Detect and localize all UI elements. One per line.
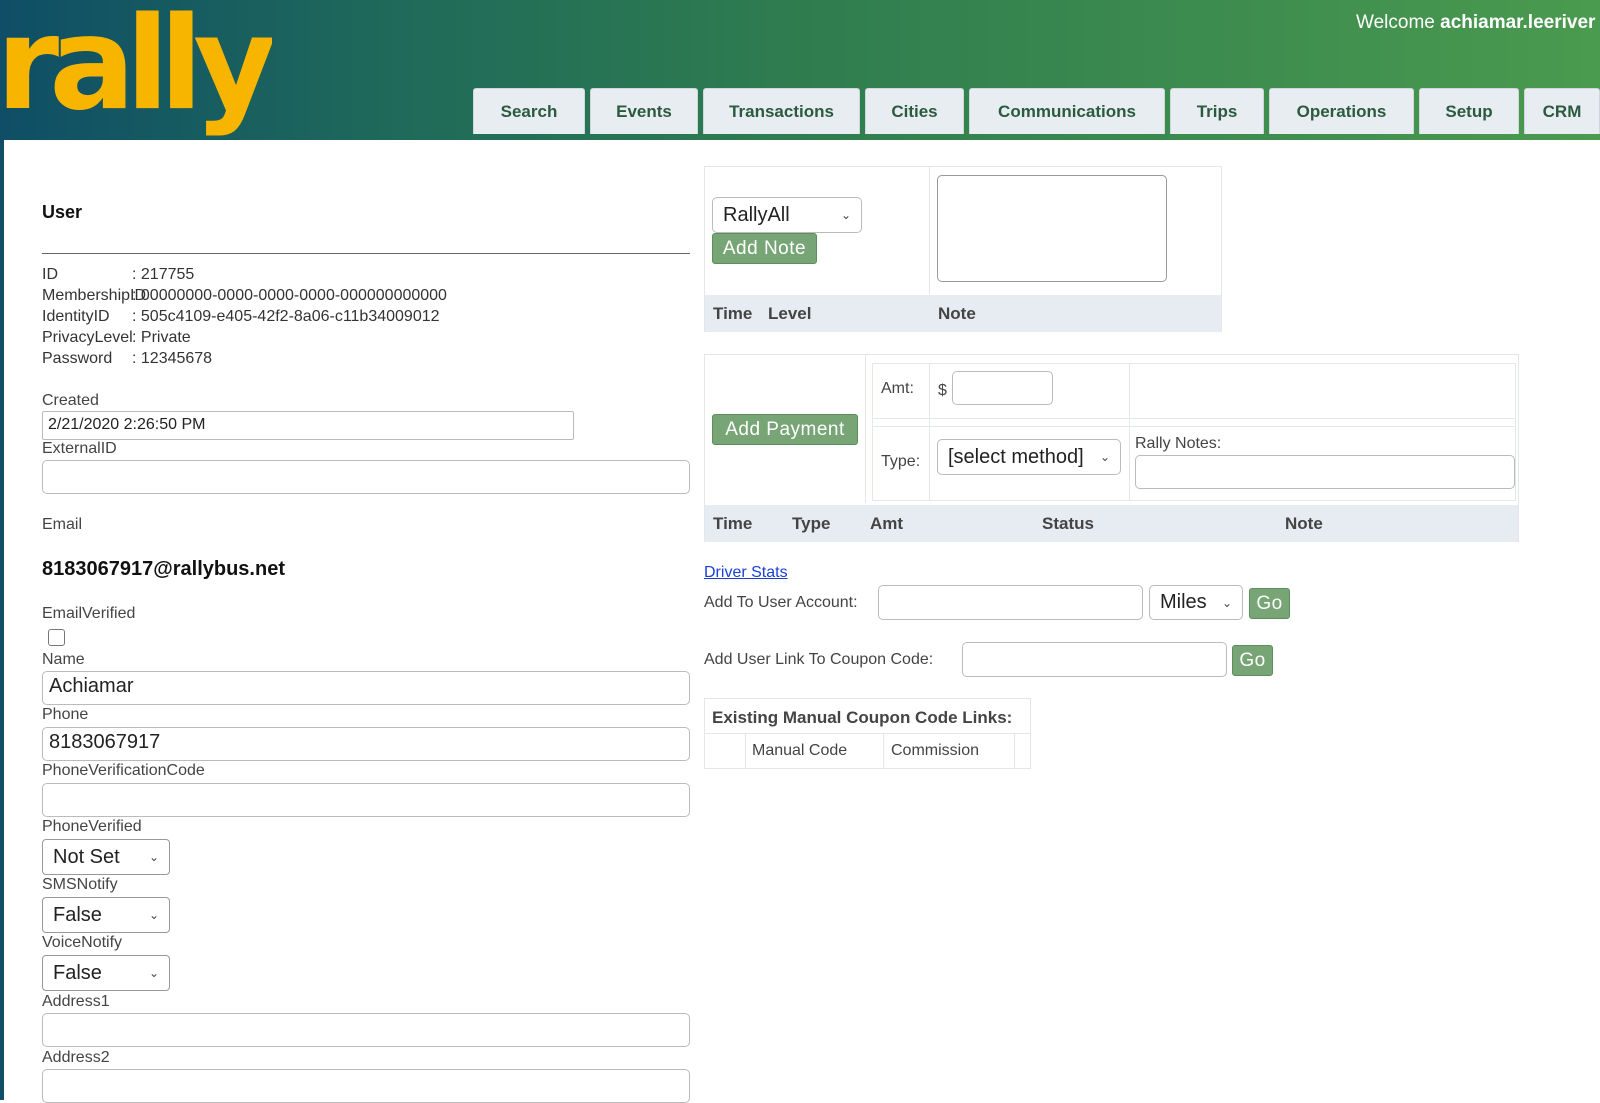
col-note: Note (1285, 514, 1323, 533)
driver-stats-link[interactable]: Driver Stats (704, 564, 788, 582)
coupon-go-button[interactable]: Go (1232, 645, 1273, 676)
col-type: Type (792, 514, 831, 533)
col-commission: Commission (891, 742, 980, 759)
add-payment-button[interactable]: Add Payment (712, 414, 858, 445)
tab-search[interactable]: Search (473, 88, 585, 134)
content-left-border (0, 140, 4, 1100)
field-password: Password: 12345678 (42, 350, 213, 367)
address2-input[interactable] (42, 1069, 690, 1103)
add-note-button[interactable]: Add Note (712, 233, 817, 264)
welcome-text: Welcome achiamar.leeriver (1356, 12, 1595, 34)
chevron-down-icon: ⌄ (148, 908, 159, 922)
tab-transactions[interactable]: Transactions (703, 88, 860, 134)
smsnotify-label: SMSNotify (42, 876, 118, 893)
header-bar: rally Welcome achiamar.leeriver Search E… (0, 0, 1600, 140)
payments-table-header: Time Type Amt Status Note (705, 505, 1518, 542)
notes-divider (929, 167, 930, 294)
emailverified-checkbox[interactable] (48, 629, 65, 646)
emailverified-label: EmailVerified (42, 605, 136, 622)
welcome-prefix: Welcome (1356, 12, 1435, 33)
unit-select[interactable]: Miles ⌄ (1149, 585, 1243, 620)
coupon-links-table: Existing Manual Coupon Code Links: Manua… (704, 698, 1031, 769)
name-input[interactable]: Achiamar (42, 671, 690, 705)
phone-label: Phone (42, 706, 89, 723)
rally-logo[interactable]: rally (2, 0, 272, 142)
payment-method-select[interactable]: [select method] ⌄ (937, 439, 1121, 475)
col-note: Note (938, 304, 976, 323)
tab-communications[interactable]: Communications (969, 88, 1165, 134)
chevron-down-icon: ⌄ (1221, 595, 1232, 610)
rally-notes-input[interactable] (1135, 455, 1515, 489)
notes-table-header: Time Level Note (705, 295, 1221, 332)
note-level-select[interactable]: RallyAll ⌄ (712, 197, 862, 233)
welcome-username[interactable]: achiamar.leeriver (1440, 12, 1595, 33)
voicenotify-select[interactable]: False ⌄ (42, 955, 170, 991)
col-time: Time (713, 304, 753, 323)
tab-setup[interactable]: Setup (1419, 88, 1519, 134)
chevron-down-icon: ⌄ (840, 208, 851, 222)
field-identityid: IdentityID: 505c4109-e405-42f2-8a06-c11b… (42, 308, 440, 325)
add-to-account-go-button[interactable]: Go (1249, 588, 1290, 619)
section-title: User (42, 202, 83, 222)
phone-input[interactable]: 8183067917 (42, 727, 690, 761)
tab-operations[interactable]: Operations (1269, 88, 1414, 134)
externalid-label: ExternalID (42, 440, 117, 457)
field-privacylevel: PrivacyLevel: Private (42, 329, 191, 346)
smsnotify-select[interactable]: False ⌄ (42, 897, 170, 933)
notes-panel: RallyAll ⌄ Add Note Time Level Note (704, 166, 1222, 332)
tab-cities[interactable]: Cities (865, 88, 964, 134)
add-to-account-label: Add To User Account: (704, 594, 858, 611)
payments-divider (865, 355, 866, 503)
chevron-down-icon: ⌄ (148, 966, 159, 980)
field-membershipid: MembershipID: 00000000-0000-0000-0000-00… (42, 287, 447, 304)
note-textarea[interactable] (937, 175, 1167, 282)
email-label: Email (42, 516, 83, 533)
divider (42, 253, 690, 254)
add-to-account-input[interactable] (878, 585, 1143, 620)
address1-input[interactable] (42, 1013, 690, 1047)
payment-form: Amt: $ Type: [select method] ⌄ Rally Note… (872, 363, 1516, 501)
rally-notes-label: Rally Notes: (1135, 435, 1222, 452)
address1-label: Address1 (42, 993, 110, 1010)
created-label: Created (42, 392, 99, 409)
phoneverificationcode-input[interactable] (42, 783, 690, 817)
type-label: Type: (881, 453, 921, 470)
col-time: Time (713, 514, 753, 533)
phoneverificationcode-label: PhoneVerificationCode (42, 762, 205, 779)
tab-events[interactable]: Events (590, 88, 698, 134)
created-field[interactable]: 2/21/2020 2:26:50 PM (42, 411, 574, 440)
name-label: Name (42, 651, 85, 668)
externalid-input[interactable] (42, 460, 690, 494)
logo-text: rally (2, 0, 272, 139)
address2-label: Address2 (42, 1049, 110, 1066)
col-amt: Amt (870, 514, 904, 533)
chevron-down-icon: ⌄ (148, 850, 159, 864)
tab-trips[interactable]: Trips (1170, 88, 1264, 134)
chevron-down-icon: ⌄ (1099, 450, 1110, 464)
amount-input[interactable] (952, 371, 1053, 405)
col-status: Status (1042, 514, 1094, 533)
amt-label: Amt: (881, 380, 914, 397)
currency-symbol: $ (938, 382, 947, 399)
coupon-code-input[interactable] (962, 642, 1227, 677)
tab-crm[interactable]: CRM (1524, 88, 1600, 134)
coupon-link-label: Add User Link To Coupon Code: (704, 651, 934, 668)
field-id: ID: 217755 (42, 266, 195, 283)
phoneverified-select[interactable]: Not Set ⌄ (42, 839, 170, 875)
coupon-links-title: Existing Manual Coupon Code Links: (712, 708, 1013, 727)
col-manual-code: Manual Code (752, 742, 848, 759)
email-value: 8183067917@rallybus.net (42, 558, 285, 580)
phoneverified-label: PhoneVerified (42, 818, 142, 835)
col-level: Level (768, 304, 812, 323)
payments-panel: Add Payment Amt: $ Type: [select method]… (704, 354, 1519, 542)
voicenotify-label: VoiceNotify (42, 934, 123, 951)
